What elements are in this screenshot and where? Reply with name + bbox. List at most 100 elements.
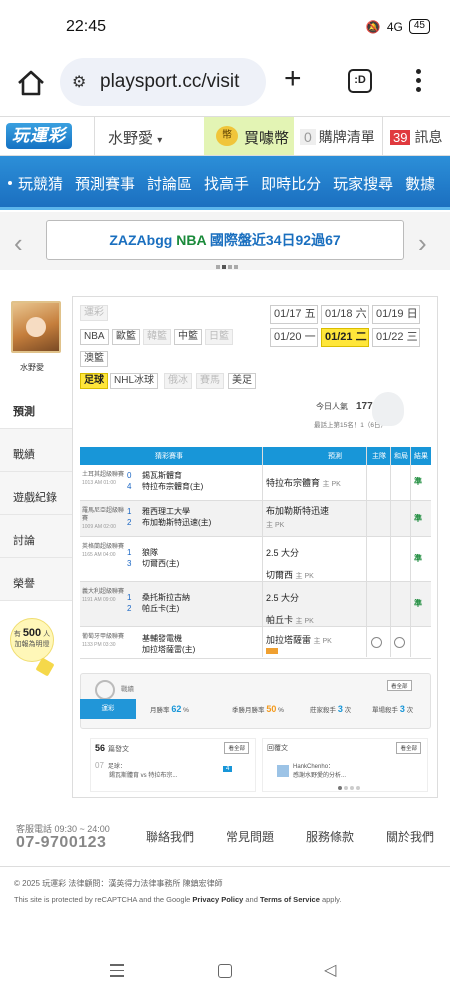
sidebar-item-discussion[interactable]: 討論 [0, 515, 72, 558]
messages-link[interactable]: 39 訊息 [390, 127, 442, 147]
username: 水野愛 [108, 130, 154, 147]
banner-link[interactable]: ZAZAbgg NBA 國際盤近34日92過67 [46, 220, 404, 260]
banner-prefix: ZAZAbgg [109, 232, 177, 248]
site-logo[interactable]: 玩運彩 [6, 123, 72, 149]
carousel-dots [216, 265, 238, 269]
home-nav-button[interactable] [218, 964, 232, 978]
post-count: 56 [95, 743, 106, 753]
date-button[interactable]: 01/20 一 [270, 328, 318, 347]
chevron-left-icon[interactable]: ‹ [14, 228, 23, 259]
mute-icon: 🔕 [365, 19, 381, 34]
card-pager [338, 786, 360, 790]
replies-card: 回覆文 看全部 HankChenho： 感謝水野愛的分析... [262, 738, 428, 792]
draw-pick-radio[interactable] [394, 637, 405, 648]
service-phone[interactable]: 07-9700123 [16, 834, 106, 852]
league-tag-active[interactable]: 足球 [80, 373, 108, 389]
league-tag[interactable]: 日籃 [205, 329, 233, 345]
cart-link[interactable]: 0 購牌清單 [300, 127, 375, 147]
sidebar-item-record[interactable]: 戰績 [0, 429, 72, 472]
nav-item-forum[interactable]: 討論區 [147, 173, 192, 194]
home-team: 特拉布宗體育(主) [142, 482, 204, 491]
nav-item-player-search[interactable]: 玩家搜尋 [333, 173, 393, 194]
messages-label: 訊息 [414, 129, 443, 145]
table-row: 羅馬尼亞超級聯賽 1009 AM 02:00 12 雅西理工大學 布加勒斯特迅速(主… [80, 501, 431, 537]
tab-switcher-button[interactable]: :D [348, 69, 372, 93]
divider [94, 117, 95, 155]
mascot-watermark-icon [372, 392, 404, 426]
league-tag[interactable]: 美足 [228, 373, 256, 389]
cart-label: 購牌清單 [318, 129, 375, 145]
league-tag[interactable]: 中籃 [174, 329, 202, 345]
new-tab-button[interactable]: + [284, 62, 302, 96]
league-tag[interactable]: 賽馬 [196, 373, 224, 389]
league-tag[interactable]: 俄冰 [164, 373, 192, 389]
result-badge: 準 [414, 477, 422, 486]
nav-item-livescore[interactable]: 即時比分 [261, 173, 321, 194]
terms-of-service-link[interactable]: Terms of Service [260, 895, 320, 904]
nav-item-predict[interactable]: 預測賽事 [75, 173, 135, 194]
coin-icon: 幣 [216, 126, 238, 146]
sidebar-item-honor[interactable]: 榮譽 [0, 558, 72, 601]
sidebar-item-predict[interactable]: 預測 [0, 386, 72, 429]
table-row: 英格蘭超級聯賽 1165 AM 04:00 13 狼隊 切爾西(主) 2.5 大分切… [80, 537, 431, 582]
league-tag[interactable]: 韓籃 [143, 329, 171, 345]
col-match: 猜彩賽事 [155, 453, 183, 460]
replies-more-button[interactable]: 看全部 [396, 742, 421, 754]
copyright: © 2025 玩運彩 法律顧問：漢英得力法律事務所 陳鎮宏律師 [14, 879, 223, 888]
site-topbar: 玩運彩 水野愛 ▾ 幣 買噱幣 0 購牌清單 39 訊息 [0, 116, 450, 156]
date-button[interactable]: 01/17 五 [270, 305, 318, 324]
home-button[interactable] [14, 66, 48, 100]
row-league: 土耳其超級聯賽 [82, 472, 125, 478]
visitor-count: 今日人氣 177 [316, 401, 373, 412]
date-button[interactable]: 01/19 日 [372, 305, 420, 324]
league-tag[interactable]: 澳籃 [80, 351, 108, 367]
stats-bar: 運彩 月勝率 62 % 季勝月勝率 50 % 莊家殺手 3 次 單場殺手 3 次 [80, 699, 431, 719]
col-divider [390, 447, 391, 657]
site-settings-icon[interactable]: ⚙ [72, 72, 86, 92]
footer-link-contact[interactable]: 聯絡我們 [146, 828, 194, 845]
bulb-text: 有 500 人加報為明燈 [13, 627, 51, 649]
nav-item-experts[interactable]: 找高手 [204, 173, 249, 194]
stats-more-button[interactable]: 看全部 [387, 680, 412, 691]
buy-coin-label: 買噱幣 [244, 130, 290, 147]
footer-link-about[interactable]: 關於我們 [386, 828, 434, 845]
divider [382, 117, 383, 155]
recaptcha-notice: This site is protected by reCAPTCHA and … [14, 895, 342, 904]
nav-item-play[interactable]: 玩競猜 [18, 173, 63, 194]
stat-month-rate: 月勝率 62 % [150, 704, 189, 714]
main-nav: 玩競猜 預測賽事 討論區 找高手 即時比分 玩家搜尋 數據 [0, 156, 450, 210]
footer-link-terms[interactable]: 服務條款 [306, 828, 354, 845]
nav-item-data[interactable]: 數據 [405, 173, 435, 194]
chevron-right-icon[interactable]: › [418, 228, 427, 259]
sidebar-item-game-log[interactable]: 遊戲紀錄 [0, 472, 72, 515]
back-button[interactable]: ◁ [324, 960, 336, 980]
message-count: 39 [390, 130, 411, 145]
avatar[interactable] [11, 301, 61, 353]
league-tag[interactable]: NBA [80, 329, 109, 345]
row-time: 1013 AM 01:00 [82, 480, 116, 486]
reply-item[interactable]: HankChenho： 感謝水野愛的分析... [293, 763, 346, 781]
browser-menu-button[interactable] [410, 66, 426, 100]
post-item[interactable]: 07 足球： 錫瓦斯體育 vs 特拉布宗... [95, 761, 177, 781]
col-divider [366, 447, 367, 657]
user-menu[interactable]: 水野愛 ▾ [108, 127, 162, 148]
league-tag[interactable]: 歐籃 [112, 329, 140, 345]
url-bar[interactable]: ⚙ playsport.cc/visit [60, 58, 266, 106]
home-pick-radio[interactable] [371, 637, 382, 648]
privacy-policy-link[interactable]: Privacy Policy [192, 895, 243, 904]
signal-icon: 4G [386, 19, 403, 34]
stats-tab[interactable]: 運彩 [80, 699, 136, 719]
buy-coin-button[interactable]: 幣 買噱幣 [204, 117, 294, 155]
date-button-active[interactable]: 01/21 二 [321, 328, 369, 347]
col-home: 主隊 [372, 453, 386, 460]
league-tag[interactable]: NHL冰球 [110, 373, 159, 389]
chevron-down-icon: ▾ [157, 135, 163, 146]
date-button[interactable]: 01/22 三 [372, 328, 420, 347]
url-text: playsport.cc/visit [100, 71, 240, 92]
footer-link-faq[interactable]: 常見問題 [226, 828, 274, 845]
recent-apps-button[interactable] [110, 964, 124, 981]
date-button[interactable]: 01/18 六 [321, 305, 369, 324]
league-tag[interactable]: 運彩 [80, 305, 108, 321]
posts-more-button[interactable]: 看全部 [224, 742, 249, 754]
banner-text: 國際盤近34日92過67 [206, 232, 341, 248]
